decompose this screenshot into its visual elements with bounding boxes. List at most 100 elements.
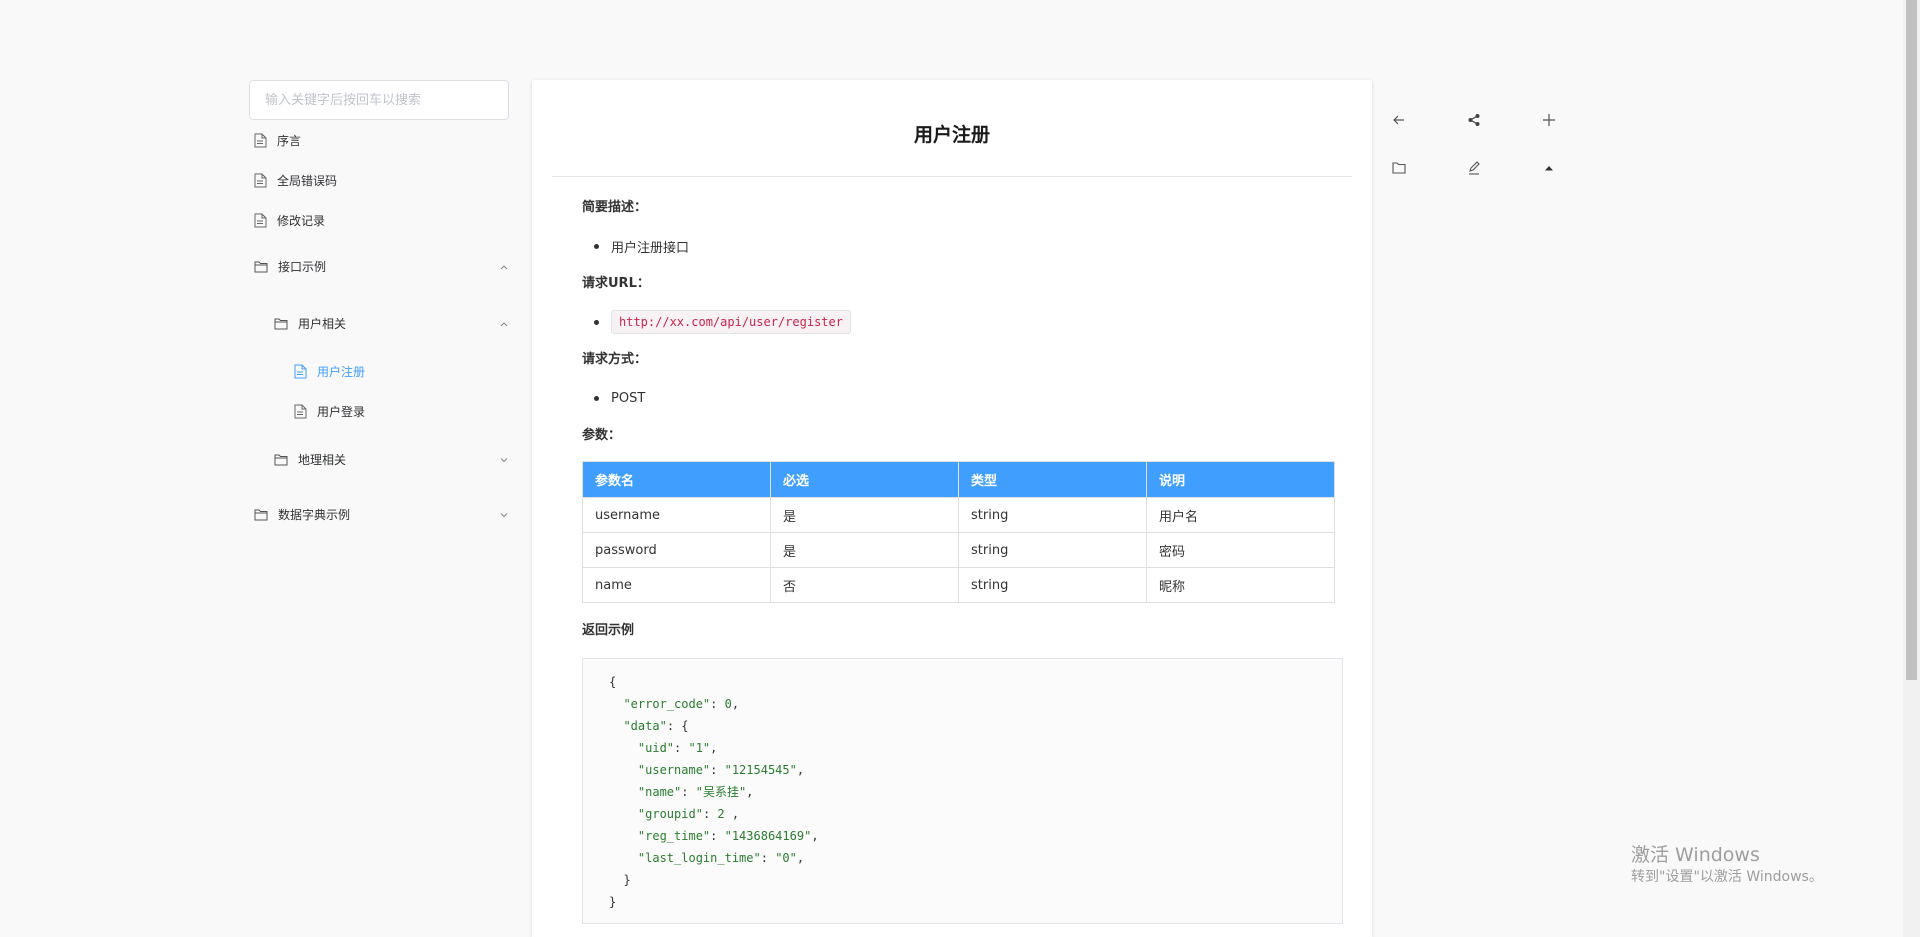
sidebar-item-user-login[interactable]: 用户登录: [294, 403, 365, 420]
table-cell: 密码: [1146, 532, 1335, 568]
sidebar-item-label: 用户登录: [317, 405, 366, 419]
code-value: 0: [724, 697, 732, 711]
title-divider: [552, 176, 1352, 177]
document-icon: [254, 213, 267, 228]
sidebar-item-label: 用户注册: [317, 365, 366, 379]
chevron-up-icon[interactable]: [499, 319, 509, 329]
sidebar-item-label: 用户相关: [298, 317, 347, 331]
chevron-down-icon[interactable]: [499, 510, 509, 520]
activation-watermark-title: 激活 Windows: [1631, 844, 1760, 866]
scroll-top-button[interactable]: [1536, 155, 1562, 181]
table-header-row: 参数名 必选 类型 说明: [582, 461, 1335, 498]
sidebar-item-label: 数据字典示例: [278, 508, 351, 522]
section-heading-url: 请求URL：: [582, 276, 650, 291]
table-cell: 昵称: [1146, 567, 1335, 603]
chevron-up-icon[interactable]: [499, 262, 509, 272]
document-icon: [254, 173, 267, 188]
add-button[interactable]: [1536, 107, 1562, 133]
sidebar-item-label: 接口示例: [278, 260, 327, 274]
edit-button[interactable]: [1461, 155, 1487, 181]
page-title: 用户注册: [913, 124, 990, 146]
table-cell: password: [582, 532, 771, 568]
section-heading-method: 请求方式：: [582, 352, 648, 367]
table-cell: string: [958, 497, 1147, 533]
back-button[interactable]: [1386, 107, 1412, 133]
caret-up-icon: [1545, 166, 1553, 171]
table-cell: 用户名: [1146, 497, 1335, 533]
search-input[interactable]: [249, 80, 509, 120]
sidebar-item-label: 修改记录: [277, 214, 326, 228]
code-line: }: [609, 895, 617, 909]
folder-icon: [254, 509, 268, 520]
document-icon: [294, 364, 307, 379]
code-line: }: [623, 873, 631, 887]
method-text: POST: [611, 390, 646, 406]
folder-icon: [1392, 162, 1406, 174]
code-value: 2: [717, 807, 725, 821]
code-value: "0": [775, 851, 797, 865]
description-item: 用户注册接口: [594, 238, 1342, 256]
table-row: username 是 string 用户名: [582, 497, 1335, 533]
table-header-cell: 必选: [770, 461, 959, 498]
sidebar-folder-geo[interactable]: 地理相关: [274, 451, 509, 468]
arrow-left-icon: [1393, 115, 1404, 125]
section-heading-return: 返回示例: [582, 623, 635, 638]
table-header-cell: 说明: [1146, 461, 1335, 498]
sidebar-folder-data-dictionary[interactable]: 数据字典示例: [254, 506, 509, 523]
params-table: 参数名 必选 类型 说明 username 是 string 用户名 passw…: [582, 461, 1335, 603]
sidebar-item-user-register[interactable]: 用户注册: [294, 363, 365, 380]
code-value: "12154545": [724, 763, 797, 777]
sidebar-item-preface[interactable]: 序言: [254, 132, 301, 149]
table-header-cell: 参数名: [582, 461, 771, 498]
code-value: "1": [688, 741, 711, 755]
doc-panel: 用户注册 简要描述： 用户注册接口 请求URL： http://xx.com/a…: [532, 80, 1372, 937]
share-icon: [1468, 114, 1480, 126]
section-heading-description: 简要描述：: [582, 200, 648, 215]
sidebar-item-label: 全局错误码: [277, 174, 338, 188]
sidebar-item-global-error-codes[interactable]: 全局错误码: [254, 172, 337, 189]
code-key: "name": [637, 785, 682, 799]
table-cell: username: [582, 497, 771, 533]
code-key: "last_login_time": [637, 851, 761, 865]
sidebar-folder-user[interactable]: 用户相关: [274, 315, 509, 332]
method-item: POST: [594, 390, 1342, 406]
scrollbar-thumb[interactable]: [1906, 0, 1917, 680]
sidebar-item-change-log[interactable]: 修改记录: [254, 212, 325, 229]
url-code: http://xx.com/api/user/register: [611, 310, 851, 334]
table-cell: 否: [770, 567, 959, 603]
code-key: "uid": [637, 741, 675, 755]
code-key: "groupid": [637, 807, 703, 821]
table-row: name 否 string 昵称: [582, 567, 1335, 603]
url-item: http://xx.com/api/user/register: [594, 310, 1342, 334]
sidebar-folder-api-examples[interactable]: 接口示例: [254, 258, 509, 275]
folder-icon: [274, 318, 288, 329]
code-key: "reg_time": [637, 829, 711, 843]
code-key: "username": [637, 763, 711, 777]
activation-watermark-subtitle: 转到"设置"以激活 Windows。: [1631, 869, 1823, 885]
sidebar-item-label: 地理相关: [298, 453, 347, 467]
share-button[interactable]: [1461, 107, 1487, 133]
code-key: "data": [623, 719, 667, 733]
code-value: {: [681, 719, 689, 733]
document-icon: [294, 404, 307, 419]
return-example-code: { "error_code": 0, "data": { "uid": "1",…: [582, 658, 1343, 924]
plus-icon: [1543, 114, 1555, 126]
section-heading-params: 参数：: [582, 428, 622, 443]
chevron-down-icon[interactable]: [499, 455, 509, 465]
code-line: {: [609, 675, 617, 689]
folder-icon: [254, 261, 268, 272]
folder-button[interactable]: [1386, 155, 1412, 181]
description-text: 用户注册接口: [611, 240, 690, 256]
sidebar-item-label: 序言: [277, 134, 302, 148]
code-key: "error_code": [623, 697, 711, 711]
edit-icon: [1469, 161, 1480, 175]
code-value: "1436864169": [724, 829, 812, 843]
doc-content: 简要描述： 用户注册接口 请求URL： http://xx.com/api/us…: [582, 200, 1343, 924]
page-scrollbar[interactable]: [1903, 0, 1920, 937]
table-cell: 是: [770, 497, 959, 533]
table-header-cell: 类型: [958, 461, 1147, 498]
sidebar: 序言 全局错误码 修改记录 接口示例 用户相关 用户注册 用户登录 地理相关 数…: [249, 80, 509, 522]
table-row: password 是 string 密码: [582, 532, 1335, 568]
table-cell: name: [582, 567, 771, 603]
code-value: "吴系挂": [695, 785, 747, 799]
